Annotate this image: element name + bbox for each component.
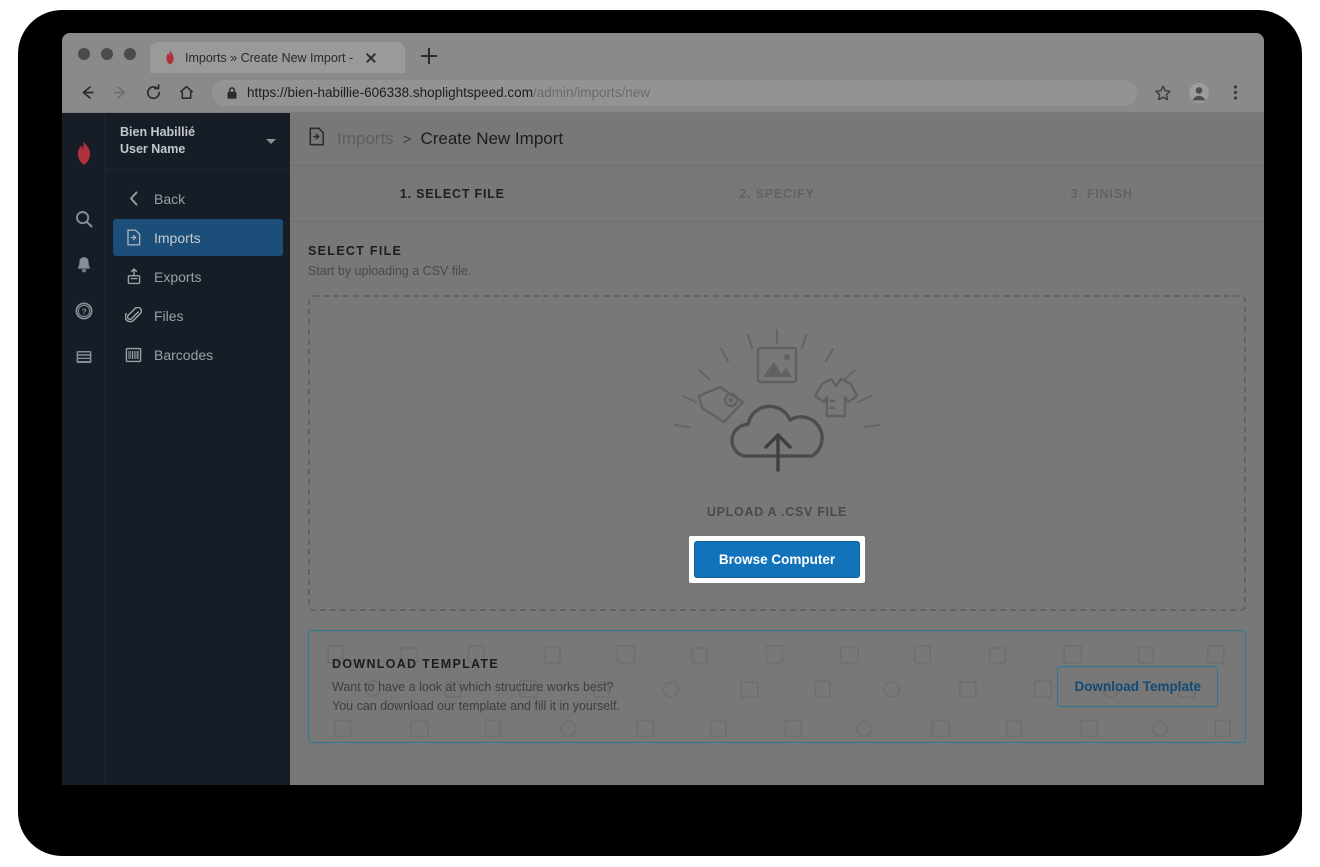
- svg-text:?: ?: [81, 307, 86, 317]
- search-icon[interactable]: [72, 207, 96, 231]
- url-path: /admin/imports/new: [532, 85, 650, 100]
- avatar-icon[interactable]: [1184, 78, 1214, 108]
- help-icon[interactable]: ?: [72, 299, 96, 323]
- account-name: Bien Habillié User Name: [120, 124, 195, 158]
- url-domain: https://bien-habillie-606338.shoplightsp…: [247, 85, 533, 100]
- account-shop-name: Bien Habillié: [120, 125, 196, 140]
- sidebar-item-imports[interactable]: Imports: [113, 219, 283, 256]
- url-text: https://bien-habillie-606338.shoplightsp…: [247, 85, 650, 100]
- kebab-menu-icon[interactable]: [1220, 78, 1250, 108]
- lock-icon: [227, 86, 237, 99]
- sidebar-item-back[interactable]: Back: [113, 180, 283, 217]
- browser-window-icon[interactable]: [72, 345, 96, 369]
- window-controls: [62, 48, 150, 73]
- browser-toolbar: https://bien-habillie-606338.shoplightsp…: [62, 73, 1264, 113]
- browse-button-focus-ring: Browse Computer: [688, 535, 866, 583]
- forward-arrow-icon[interactable]: [105, 78, 135, 108]
- barcode-icon: [125, 346, 142, 363]
- browser-window: Imports » Create New Import - https://bi…: [62, 33, 1264, 785]
- download-template-text: DOWNLOAD TEMPLATE Want to have a look at…: [332, 657, 620, 717]
- breadcrumb: Imports > Create New Import: [337, 129, 563, 149]
- bell-icon[interactable]: [72, 253, 96, 277]
- sidebar-item-files[interactable]: Files: [113, 297, 283, 334]
- account-switcher[interactable]: Bien Habillié User Name: [106, 113, 290, 170]
- sidebar-item-label: Files: [154, 307, 184, 324]
- reload-icon[interactable]: [138, 78, 168, 108]
- address-bar[interactable]: https://bien-habillie-606338.shoplightsp…: [212, 79, 1137, 106]
- file-dropzone[interactable]: UPLOAD A .CSV FILE Browse Computer: [308, 295, 1246, 611]
- sidebar-item-label: Imports: [154, 229, 201, 246]
- browse-computer-button[interactable]: Browse Computer: [693, 540, 861, 578]
- download-template-button[interactable]: Download Template: [1057, 666, 1218, 707]
- page-header: Imports > Create New Import: [290, 113, 1264, 166]
- browser-tab-title: Imports » Create New Import -: [185, 50, 354, 65]
- import-file-icon: [125, 229, 142, 246]
- maximize-window-button[interactable]: [124, 48, 136, 60]
- upload-illustration: [674, 328, 880, 472]
- minimize-window-button[interactable]: [101, 48, 113, 60]
- icon-rail: ?: [62, 113, 105, 785]
- lightspeed-flame-icon: [166, 50, 174, 65]
- sidebar-item-exports[interactable]: Exports: [113, 258, 283, 295]
- sidebar-item-label: Exports: [154, 268, 202, 285]
- new-tab-button[interactable]: [415, 42, 443, 70]
- sidebar-item-label: Barcodes: [154, 346, 214, 363]
- breadcrumb-separator: >: [402, 130, 412, 148]
- close-window-button[interactable]: [78, 48, 90, 60]
- download-template-line-2: You can download our template and fill i…: [332, 699, 620, 713]
- content-area: Imports > Create New Import 1. SELECT FI…: [290, 113, 1264, 785]
- account-user-name: User Name: [120, 142, 186, 156]
- step-finish[interactable]: 3. FINISH: [939, 187, 1264, 201]
- toolbar-right-controls: [1148, 78, 1250, 108]
- star-icon[interactable]: [1148, 78, 1178, 108]
- sidebar: Bien Habillié User Name Back Imports Exp…: [105, 113, 290, 785]
- app-body: ? Bien Habillié User Name Back Imports E…: [62, 113, 1264, 785]
- close-tab-icon[interactable]: [363, 50, 379, 66]
- download-template-line-1: Want to have a look at which structure w…: [332, 679, 614, 694]
- download-template-heading: DOWNLOAD TEMPLATE: [332, 656, 499, 671]
- main-panel: SELECT FILE Start by uploading a CSV fil…: [290, 222, 1264, 785]
- page-title: Create New Import: [420, 129, 564, 148]
- lightspeed-logo[interactable]: [73, 141, 95, 171]
- step-specify[interactable]: 2. SPECIFY: [615, 187, 940, 201]
- paperclip-icon: [125, 307, 142, 324]
- home-icon[interactable]: [171, 78, 201, 108]
- browser-tab[interactable]: Imports » Create New Import -: [150, 42, 405, 73]
- download-template-panel: DOWNLOAD TEMPLATE Want to have a look at…: [308, 630, 1246, 743]
- dropzone-label: UPLOAD A .CSV FILE: [706, 504, 848, 519]
- sidebar-item-label: Back: [154, 190, 186, 207]
- browser-tab-strip: Imports » Create New Import -: [62, 33, 1264, 73]
- select-file-subtitle: Start by uploading a CSV file.: [308, 264, 472, 278]
- export-upload-icon: [125, 268, 142, 285]
- import-file-icon: [308, 127, 326, 151]
- step-indicator: 1. SELECT FILE 2. SPECIFY 3. FINISH: [290, 166, 1264, 222]
- chevron-down-icon[interactable]: [266, 138, 276, 144]
- chevron-left-icon: [125, 190, 142, 207]
- sidebar-nav: Back Imports Exports Files Barcodes: [106, 170, 290, 373]
- sidebar-item-barcodes[interactable]: Barcodes: [113, 336, 283, 373]
- step-select-file[interactable]: 1. SELECT FILE: [290, 187, 615, 201]
- breadcrumb-imports-link[interactable]: Imports: [337, 129, 394, 149]
- select-file-heading: SELECT FILE: [308, 244, 403, 258]
- back-arrow-icon[interactable]: [72, 78, 102, 108]
